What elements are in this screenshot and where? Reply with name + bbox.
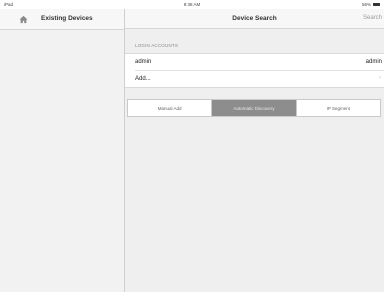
tab-automatic-discovery[interactable]: Automatic Discovery — [212, 100, 297, 116]
status-battery-group: 56% — [362, 2, 380, 7]
search-button[interactable]: Search — [363, 15, 382, 21]
discovery-mode-segmented-control: Manual Add Automatic Discovery IP Segmen… — [127, 99, 381, 117]
tab-manual-add[interactable]: Manual Add — [128, 100, 213, 116]
add-account-row[interactable]: Add... › — [135, 70, 384, 87]
account-row-admin[interactable]: admin admin — [125, 54, 384, 70]
sidebar-header: Existing Devices — [0, 9, 124, 30]
account-value: admin — [365, 59, 382, 65]
page-title: Device Search — [232, 15, 277, 22]
device-search-content: LOGIN ACCOUNTS admin admin Add... › Manu… — [125, 29, 384, 292]
status-time: 9:38 AM — [183, 2, 201, 7]
add-account-label: Add... — [135, 76, 151, 82]
sidebar: Existing Devices — [0, 9, 125, 292]
home-icon[interactable] — [19, 15, 28, 24]
status-battery-text: 56% — [361, 2, 371, 7]
chevron-right-icon: › — [379, 75, 381, 81]
status-bar: iPad 9:38 AM 56% — [0, 0, 384, 9]
account-username: admin — [135, 59, 152, 65]
sidebar-title: Existing Devices — [41, 15, 93, 22]
login-accounts-list: admin admin Add... › — [125, 53, 384, 88]
tab-ip-segment[interactable]: IP Segment — [297, 100, 380, 116]
battery-icon — [373, 3, 380, 6]
navbar: Device Search Search — [125, 9, 384, 29]
login-accounts-header: LOGIN ACCOUNTS — [135, 43, 179, 48]
